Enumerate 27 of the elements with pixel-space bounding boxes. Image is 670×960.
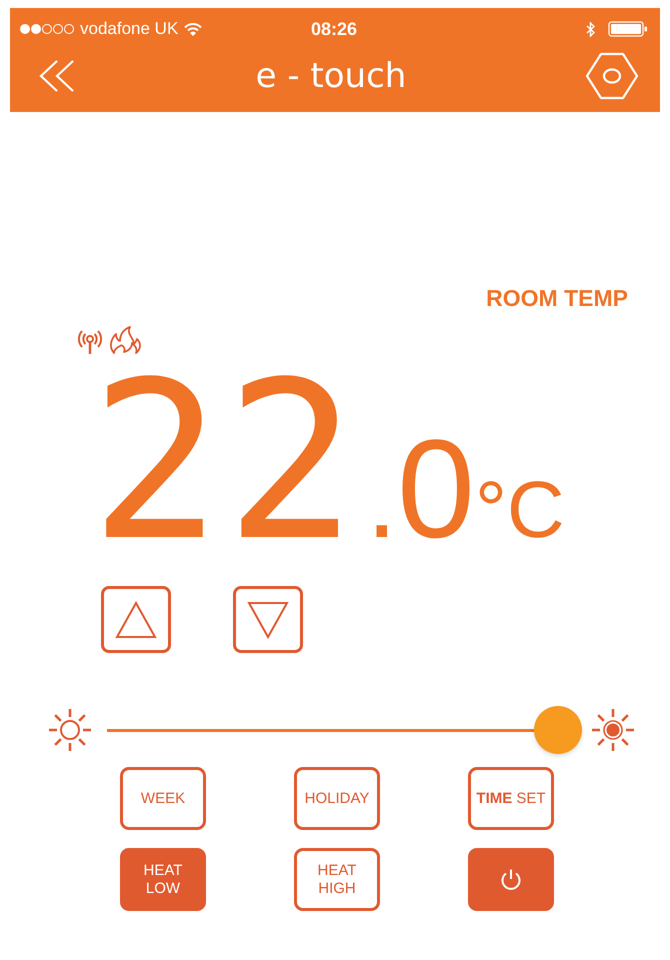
decrease-button[interactable]	[233, 586, 303, 653]
signal-strength-icon	[20, 23, 74, 35]
carrier-name: vodafone UK	[80, 19, 178, 39]
settings-button[interactable]	[584, 51, 640, 101]
mode-button[interactable]: WEEK	[120, 767, 206, 830]
power-button[interactable]	[468, 848, 554, 911]
power-icon	[499, 868, 523, 892]
temperature-decimal: 0	[397, 419, 475, 559]
increase-button[interactable]	[101, 586, 171, 653]
battery-icon	[608, 21, 648, 37]
decimal-point: .	[366, 445, 398, 555]
room-temp-label: ROOM TEMP	[486, 285, 628, 312]
mode-button[interactable]: HEAT HIGH	[294, 848, 380, 911]
bluetooth-icon	[586, 22, 596, 36]
app-title: e - touch	[256, 56, 406, 96]
mode-button[interactable]: HEAT LOW	[120, 848, 206, 911]
settings-icon	[584, 51, 640, 101]
temperature-integer: 22	[90, 354, 360, 572]
mode-button[interactable]: HOLIDAY	[294, 767, 380, 830]
temperature-unit: °C	[474, 470, 565, 550]
slider-thumb[interactable]	[534, 706, 582, 754]
wifi-icon	[184, 22, 202, 36]
status-time: 08:26	[310, 18, 358, 40]
mode-button[interactable]: TIME SET	[468, 767, 554, 830]
flame-icon	[108, 326, 144, 354]
triangle-up-icon	[115, 600, 157, 638]
triangle-down-icon	[247, 600, 289, 638]
